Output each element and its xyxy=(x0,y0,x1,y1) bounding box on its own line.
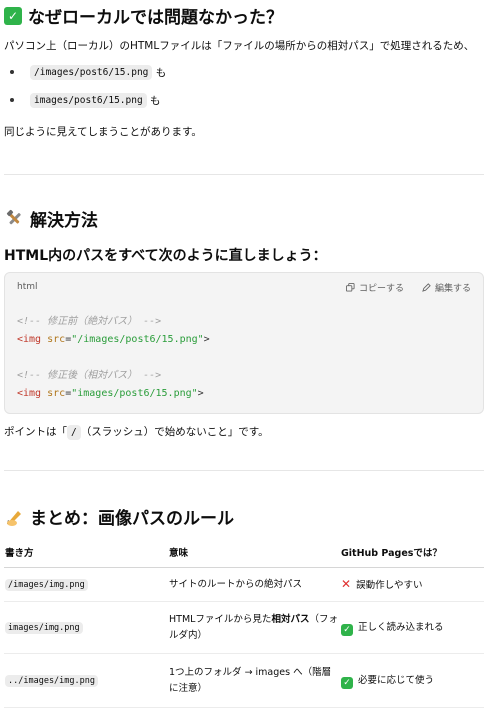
inline-code: /images/post6/15.png xyxy=(30,64,153,80)
code-header: html コピーする 編集する xyxy=(5,273,483,301)
table-cell: images/img.png xyxy=(4,601,168,654)
meaning-bold: 相対パス xyxy=(271,613,310,625)
heading-text: 解決方法 xyxy=(30,211,98,231)
code-tag: <img xyxy=(17,334,42,345)
section-heading-why: ✓ なぜローカルでは問題なかった？ xyxy=(4,3,283,28)
check-icon: ✓ xyxy=(341,623,353,636)
inline-code: / xyxy=(67,425,81,440)
column-header: 書き方 xyxy=(4,537,168,568)
outro-text: 同じように見えてしまうことがあります。 xyxy=(4,126,202,138)
code-string: "images/post6/15.png" xyxy=(71,388,198,399)
list-item: /images/post6/15.png も xyxy=(4,58,484,86)
inline-code: ../images/img.png xyxy=(5,674,98,687)
bullet-suffix: も xyxy=(150,94,161,107)
bullet-list: /images/post6/15.png も images/post6/15.p… xyxy=(4,58,484,114)
status-text: 必要に応じて使う xyxy=(358,674,435,686)
section-heading-solution: 解決方法 xyxy=(4,206,98,231)
writing-hand-icon xyxy=(4,507,24,527)
copy-label: コピーする xyxy=(358,283,404,294)
point-prefix: ポイントは「 xyxy=(4,426,67,438)
section-heading-summary: まとめ：画像パスのルール xyxy=(4,504,234,529)
heading-text: まとめ：画像パスのルール xyxy=(30,509,234,529)
divider xyxy=(4,470,484,471)
code-attr: src xyxy=(47,334,66,345)
table-cell: ✓ 必要に応じて使う xyxy=(340,653,484,708)
table-cell: ✕ 誤動作しやすい xyxy=(340,567,484,602)
code-line: <img src="/images/post6/15.png"> xyxy=(17,331,471,349)
code-language: html xyxy=(17,282,38,292)
check-icon: ✓ xyxy=(4,6,22,25)
table-cell: HTMLファイルから見た相対パス（フォルダ内） xyxy=(168,601,340,654)
table-cell: ../images/img.png xyxy=(4,653,168,708)
code-block: html コピーする 編集する <!-- 修正前（絶対パス） --> <img … xyxy=(4,272,484,414)
point-suffix: （スラッシュ）で始めないこと」です。 xyxy=(80,426,269,438)
code-tag-close: > xyxy=(203,334,210,345)
point-text: ポイントは「 / （スラッシュ）で始めないこと」です。 xyxy=(4,424,269,441)
table-row: /images/img.png サイトのルートからの絶対パス ✕ 誤動作しやすい xyxy=(4,567,484,602)
tools-icon xyxy=(4,209,24,229)
heading-text: なぜローカルでは問題なかった？ xyxy=(28,8,283,28)
copy-button[interactable]: コピーする xyxy=(345,281,404,294)
divider xyxy=(4,174,484,175)
table-cell: 1つ上のフォルダ → images へ（階層に注意） xyxy=(168,653,340,708)
code-attr: src xyxy=(47,388,66,399)
x-icon: ✕ xyxy=(341,576,352,591)
table-header-row: 書き方 意味 GitHub Pagesでは？ xyxy=(4,537,484,568)
code-content: <!-- 修正前（絶対パス） --> <img src="/images/pos… xyxy=(5,301,483,417)
pencil-icon xyxy=(422,282,431,292)
code-comment: <!-- 修正後（相対パス） --> xyxy=(17,370,162,381)
column-header: 意味 xyxy=(168,537,340,568)
table-cell: ✓ 正しく読み込まれる xyxy=(340,601,484,654)
status-text: 正しく読み込まれる xyxy=(358,621,444,633)
code-tag: <img xyxy=(17,388,42,399)
table-cell: サイトのルートからの絶対パス xyxy=(168,567,340,602)
table-cell: /images/img.png xyxy=(4,567,168,602)
meaning-text: HTMLファイルから見た xyxy=(169,613,272,625)
table-row: images/img.png HTMLファイルから見た相対パス（フォルダ内） ✓… xyxy=(4,601,484,654)
list-item: images/post6/15.png も xyxy=(4,86,484,114)
code-actions: コピーする 編集する xyxy=(345,281,471,294)
status-text: 誤動作しやすい xyxy=(356,579,423,591)
copy-icon xyxy=(345,282,355,292)
table-row: ../images/img.png 1つ上のフォルダ → images へ（階層… xyxy=(4,653,484,708)
code-tag-close: > xyxy=(197,388,204,399)
edit-label: 編集する xyxy=(434,283,471,294)
code-line: <img src="images/post6/15.png"> xyxy=(17,385,471,403)
solution-subheading: HTML内のパスをすべて次のように直しましょう： xyxy=(4,248,327,264)
code-comment: <!-- 修正前（絶対パス） --> xyxy=(17,316,162,327)
check-icon: ✓ xyxy=(341,676,353,689)
intro-text: パソコン上（ローカル）のHTMLファイルは「ファイルの場所からの相対パス」で処理… xyxy=(4,40,475,52)
bullet-suffix: も xyxy=(155,66,167,79)
inline-code: images/post6/15.png xyxy=(30,92,147,108)
code-string: "/images/post6/15.png" xyxy=(71,334,204,345)
edit-button[interactable]: 編集する xyxy=(422,281,471,294)
column-header: GitHub Pagesでは？ xyxy=(340,537,484,568)
rules-table: 書き方 意味 GitHub Pagesでは？ /images/img.png サ… xyxy=(4,537,484,708)
inline-code: /images/img.png xyxy=(5,578,88,591)
inline-code: images/img.png xyxy=(5,621,83,634)
